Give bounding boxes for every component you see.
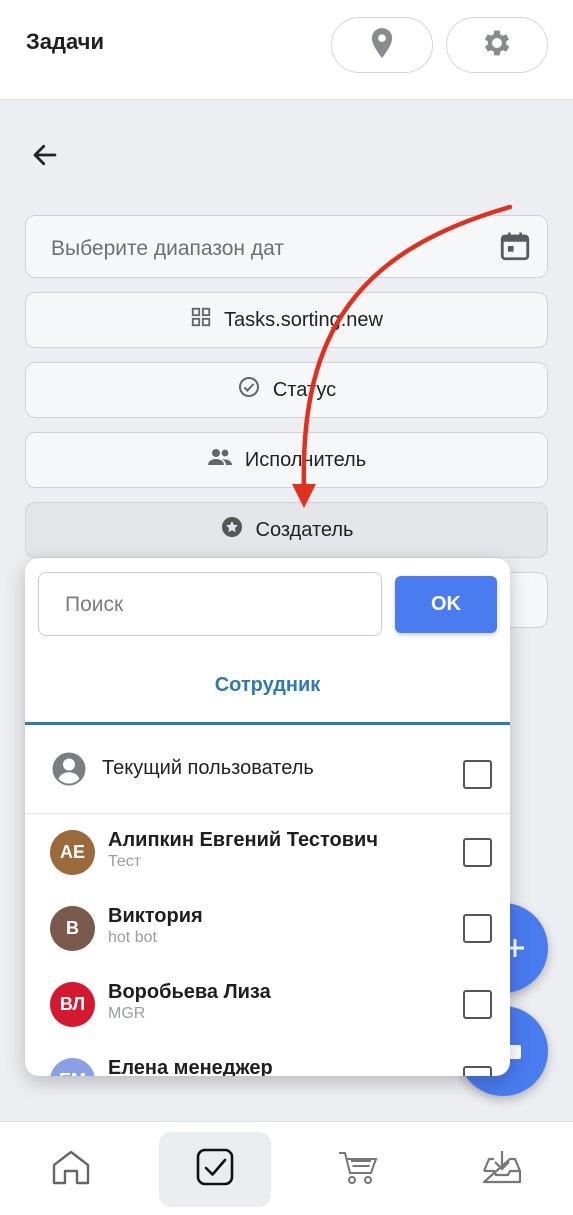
user-circle-icon bbox=[51, 751, 87, 792]
avatar: В bbox=[50, 906, 95, 951]
person-checkbox[interactable] bbox=[463, 838, 492, 867]
sorting-filter-button[interactable]: Tasks.sorting.new bbox=[25, 292, 548, 348]
tab-employee[interactable]: Сотрудник bbox=[25, 668, 510, 725]
search-input[interactable]: Поиск bbox=[38, 572, 382, 636]
arrow-left-icon bbox=[30, 140, 60, 175]
search-placeholder: Поиск bbox=[65, 593, 124, 616]
avatar: АЕ bbox=[50, 830, 95, 875]
nav-home[interactable] bbox=[15, 1132, 127, 1207]
nav-tasks[interactable] bbox=[159, 1132, 271, 1207]
page-title: Задачи bbox=[26, 29, 104, 54]
list-item[interactable]: ЕМ Елена менеджер bbox=[25, 1044, 510, 1076]
grid-icon bbox=[190, 306, 212, 334]
person-name: Елена менеджер bbox=[108, 1057, 273, 1076]
back-button[interactable] bbox=[28, 140, 62, 174]
cart-icon bbox=[337, 1149, 379, 1190]
person-checkbox[interactable] bbox=[463, 990, 492, 1019]
assignee-filter-button[interactable]: Исполнитель bbox=[25, 432, 548, 488]
home-icon bbox=[51, 1149, 91, 1190]
avatar: ВЛ bbox=[50, 982, 95, 1027]
tab-employee-label: Сотрудник bbox=[214, 674, 321, 696]
employee-dropdown: Поиск OK Сотрудник Текущий пользователь … bbox=[25, 558, 510, 1076]
settings-button[interactable] bbox=[446, 17, 548, 73]
status-filter-button[interactable]: Статус bbox=[25, 362, 548, 418]
calendar-icon[interactable] bbox=[498, 229, 532, 268]
bottom-navigation bbox=[0, 1121, 573, 1215]
creator-filter-label: Создатель bbox=[255, 518, 354, 541]
date-range-field[interactable]: Выберите диапазон дат bbox=[25, 215, 548, 278]
people-icon bbox=[207, 446, 233, 474]
person-subtitle: MGR bbox=[108, 1005, 146, 1022]
avatar: ЕМ bbox=[50, 1058, 95, 1076]
person-checkbox[interactable] bbox=[463, 914, 492, 943]
person-subtitle: Тест bbox=[108, 853, 142, 870]
person-name: Виктория bbox=[108, 905, 203, 927]
gear-icon bbox=[480, 26, 514, 65]
top-bar: Задачи bbox=[0, 0, 573, 100]
status-filter-label: Статус bbox=[272, 378, 337, 401]
list-item[interactable]: В Виктория hot bot bbox=[25, 892, 510, 968]
assignee-filter-label: Исполнитель bbox=[244, 448, 367, 471]
check-circle-icon bbox=[237, 375, 261, 405]
tasks-check-icon bbox=[195, 1147, 235, 1192]
person-checkbox[interactable] bbox=[463, 1066, 492, 1076]
inbox-download-icon bbox=[482, 1149, 522, 1190]
person-subtitle: hot bot bbox=[108, 929, 157, 946]
nav-inbox[interactable] bbox=[446, 1132, 558, 1207]
date-range-placeholder: Выберите диапазон дат bbox=[51, 237, 284, 260]
list-item[interactable]: АЕ Алипкин Евгений Тестович Тест bbox=[25, 816, 510, 892]
nav-cart[interactable] bbox=[302, 1132, 414, 1207]
current-user-checkbox[interactable] bbox=[463, 760, 492, 789]
current-user-label: Текущий пользователь bbox=[102, 757, 314, 779]
person-name: Алипкин Евгений Тестович bbox=[108, 829, 378, 851]
ok-button[interactable]: OK bbox=[395, 576, 497, 633]
sorting-filter-label: Tasks.sorting.new bbox=[224, 308, 383, 331]
star-circle-icon bbox=[220, 515, 244, 545]
current-user-row[interactable]: Текущий пользователь bbox=[25, 728, 510, 814]
list-item[interactable]: ВЛ Воробьева Лиза MGR bbox=[25, 968, 510, 1044]
person-name: Воробьева Лиза bbox=[108, 981, 271, 1003]
creator-filter-button[interactable]: Создатель bbox=[25, 502, 548, 558]
location-button[interactable] bbox=[331, 17, 433, 73]
location-pin-icon bbox=[369, 27, 395, 64]
